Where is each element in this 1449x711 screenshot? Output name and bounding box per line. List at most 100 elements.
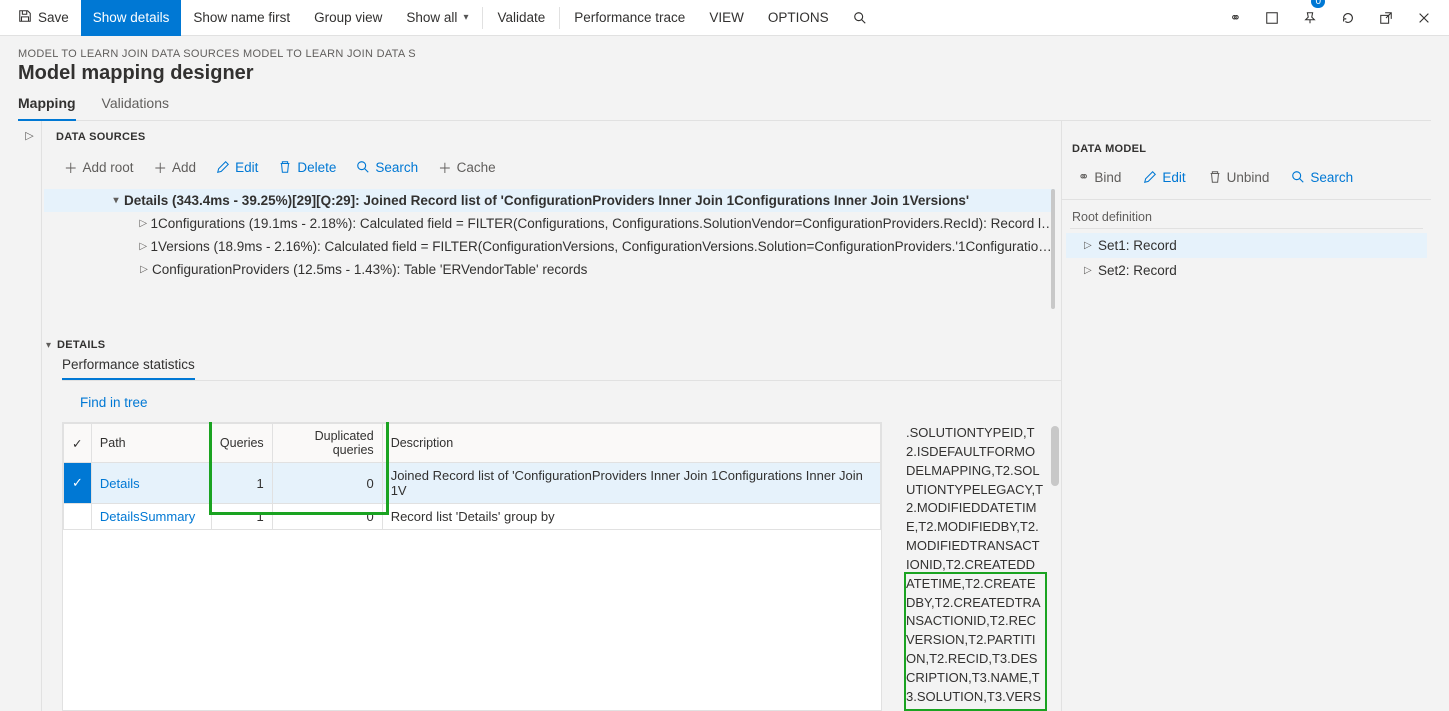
plus-icon: ＋	[154, 157, 168, 177]
path-link[interactable]: DetailsSummary	[100, 509, 195, 524]
caret-down-icon[interactable]: ▾	[108, 195, 124, 206]
options-menu[interactable]: OPTIONS	[756, 0, 841, 36]
search-button[interactable]: Search	[348, 156, 426, 179]
show-all-dropdown[interactable]: Show all ▾	[394, 0, 480, 36]
tree-row[interactable]: ▷ 1Versions (18.9ms - 2.16%): Calculated…	[44, 235, 1055, 258]
cache-button[interactable]: ＋Cache	[430, 153, 504, 181]
caret-down-icon: ▾	[46, 340, 51, 351]
details-section-header[interactable]: ▾ DETAILS	[42, 309, 1061, 357]
col-check[interactable]: ✓	[64, 424, 92, 463]
save-icon	[18, 9, 32, 26]
data-model-heading: DATA MODEL	[1062, 121, 1431, 163]
tree-label: Set2: Record	[1098, 263, 1177, 278]
pencil-icon	[216, 160, 230, 174]
add-button[interactable]: ＋Add	[146, 153, 205, 181]
save-button[interactable]: Save	[6, 0, 81, 36]
chevron-down-icon: ▾	[463, 12, 468, 23]
edit-button[interactable]: Edit	[1133, 166, 1195, 189]
notifications-button[interactable]: 0	[1291, 0, 1329, 36]
pencil-icon	[1143, 170, 1157, 184]
caret-right-icon[interactable]: ▷	[136, 264, 152, 275]
edit-button[interactable]: Edit	[208, 156, 266, 179]
trash-icon	[278, 160, 292, 174]
pin-icon	[1303, 11, 1317, 25]
validate-button[interactable]: Validate	[485, 0, 557, 36]
page-tabs: Mapping Validations	[18, 95, 1431, 121]
col-dup-queries[interactable]: Duplicated queries	[272, 424, 382, 463]
performance-trace-button[interactable]: Performance trace	[562, 0, 697, 36]
page-title: Model mapping designer	[18, 62, 1431, 85]
data-sources-toolbar: ＋Add root ＋Add Edit Delete Search ＋Cach	[42, 149, 1061, 189]
table-header-row: ✓ Path Queries Duplicated queries Descri…	[64, 424, 881, 463]
description-cell: Joined Record list of 'ConfigurationProv…	[382, 463, 880, 504]
find-in-tree-link[interactable]: Find in tree	[80, 395, 1061, 410]
plus-icon: ＋	[438, 157, 452, 177]
plus-icon: ＋	[64, 157, 78, 177]
refresh-button[interactable]	[1329, 0, 1367, 36]
popout-button[interactable]	[1367, 0, 1405, 36]
trash-icon	[1208, 170, 1222, 184]
attach-icon[interactable]: ⚭	[1218, 0, 1253, 36]
caret-right-icon[interactable]: ▷	[136, 218, 151, 229]
link-icon: ⚭	[1078, 169, 1089, 185]
unbind-button[interactable]: Unbind	[1198, 166, 1280, 189]
tree-row-details[interactable]: ▾ Details (343.4ms - 39.25%)[29][Q:29]: …	[44, 189, 1055, 212]
root-definition-label: Root definition	[1062, 200, 1431, 228]
tree-label: 1Versions (18.9ms - 2.16%): Calculated f…	[150, 239, 1055, 254]
row-selected-icon: ✓	[64, 463, 92, 504]
bind-button[interactable]: ⚭Bind	[1068, 165, 1131, 189]
search-button[interactable]	[841, 0, 879, 36]
delete-button[interactable]: Delete	[270, 156, 344, 179]
search-button[interactable]: Search	[1281, 166, 1363, 189]
tree-label: Details (343.4ms - 39.25%)[29][Q:29]: Jo…	[124, 193, 969, 208]
search-icon	[853, 11, 867, 25]
popout-icon	[1379, 11, 1393, 25]
collapse-bar: ▷	[18, 121, 42, 711]
performance-statistics-tab[interactable]: Performance statistics	[62, 357, 195, 380]
tree-row[interactable]: ▷ ConfigurationProviders (12.5ms - 1.43%…	[44, 258, 1055, 281]
tab-validations[interactable]: Validations	[102, 95, 169, 120]
col-description[interactable]: Description	[382, 424, 880, 463]
data-model-toolbar: ⚭Bind Edit Unbind Search	[1062, 163, 1431, 200]
queries-cell: 1	[211, 504, 272, 530]
search-icon	[1291, 170, 1305, 184]
performance-grid: ✓ Path Queries Duplicated queries Descri…	[62, 422, 882, 711]
col-path[interactable]: Path	[91, 424, 211, 463]
page-body: MODEL TO LEARN JOIN DATA SOURCES MODEL T…	[0, 36, 1449, 711]
show-details-button[interactable]: Show details	[81, 0, 182, 36]
group-view-button[interactable]: Group view	[302, 0, 394, 36]
table-row[interactable]: DetailsSummary 1 0 Record list 'Details'…	[64, 504, 881, 530]
tab-mapping[interactable]: Mapping	[18, 95, 76, 121]
col-queries[interactable]: Queries	[211, 424, 272, 463]
office-icon[interactable]	[1253, 0, 1291, 36]
view-menu[interactable]: VIEW	[697, 0, 756, 36]
toolbar-separator	[559, 7, 560, 29]
search-icon	[356, 160, 370, 174]
caret-right-icon[interactable]: ▷	[1084, 240, 1098, 251]
tree-row-set1[interactable]: ▷ Set1: Record	[1066, 233, 1427, 258]
table-row[interactable]: ✓ Details 1 0 Joined Record list of 'Con…	[64, 463, 881, 504]
details-heading: DETAILS	[57, 339, 105, 351]
toolbar-separator	[482, 7, 483, 29]
app-toolbar: Save Show details Show name first Group …	[0, 0, 1449, 36]
add-root-button[interactable]: ＋Add root	[56, 153, 142, 181]
data-sources-tree: ▾ Details (343.4ms - 39.25%)[29][Q:29]: …	[42, 189, 1061, 309]
close-button[interactable]	[1405, 0, 1443, 36]
path-link[interactable]: Details	[100, 476, 140, 491]
save-label: Save	[38, 10, 69, 25]
office-app-icon	[1265, 11, 1279, 25]
notification-badge: 0	[1311, 0, 1325, 8]
caret-right-icon[interactable]: ▷	[1084, 265, 1098, 276]
caret-right-icon[interactable]: ▷	[136, 241, 150, 252]
tree-row[interactable]: ▷ 1Configurations (19.1ms - 2.18%): Calc…	[44, 212, 1055, 235]
sql-pane[interactable]: .SOLUTIONTYPEID,T2.ISDEFAULTFORMODELMAPP…	[904, 422, 1061, 711]
data-sources-heading: DATA SOURCES	[42, 121, 1061, 149]
show-name-first-button[interactable]: Show name first	[181, 0, 302, 36]
tree-scrollbar[interactable]	[1051, 189, 1055, 309]
breadcrumb: MODEL TO LEARN JOIN DATA SOURCES MODEL T…	[18, 48, 1431, 60]
tree-row-set2[interactable]: ▷ Set2: Record	[1066, 258, 1427, 283]
tree-label: 1Configurations (19.1ms - 2.18%): Calcul…	[151, 216, 1056, 231]
chevron-right-icon[interactable]: ▷	[25, 129, 33, 711]
dup-queries-cell: 0	[272, 504, 382, 530]
sql-scrollbar[interactable]	[1049, 422, 1061, 711]
